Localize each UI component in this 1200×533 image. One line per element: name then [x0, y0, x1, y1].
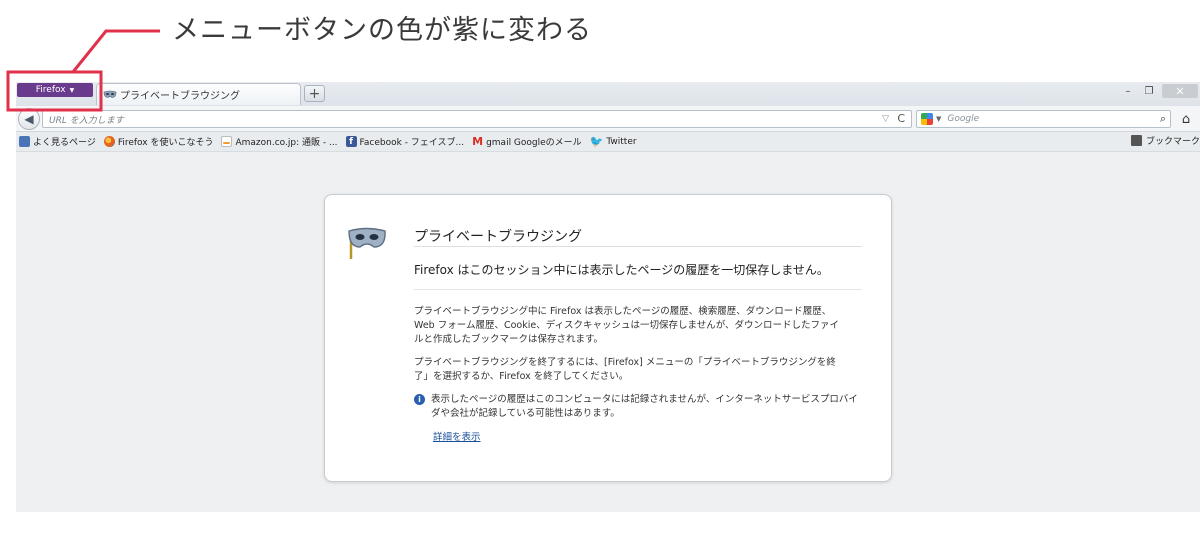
bookmark-most-visited[interactable]: よく見るページ [19, 135, 96, 148]
search-input-placeholder: Google [947, 114, 980, 124]
bookmark-gmail[interactable]: M gmail Googleのメール [472, 135, 582, 148]
firefox-menu-label: Firefox [35, 85, 66, 95]
bookmark-label: Firefox を使いこなそう [117, 138, 214, 148]
back-arrow-icon: ◀ [24, 112, 34, 126]
description-paragraph: プライベートブラウジング中に Firefox は表示したページの履歴、検索履歴、… [414, 306, 840, 345]
caret-down-icon: ▼ [69, 86, 75, 94]
gmail-icon: M [472, 135, 484, 148]
home-icon: ⌂ [1181, 111, 1191, 127]
annotation-leader-line [71, 29, 160, 73]
browser-window: Firefox ▼ プライベートブラウジング + – ❐ ✕ ◀ URL を入力… [16, 82, 1200, 512]
most-visited-icon [19, 136, 30, 147]
close-button[interactable]: ✕ [1162, 84, 1198, 98]
bookmarks-menu-icon [1130, 135, 1142, 146]
title-divider [414, 246, 862, 247]
minimize-button[interactable]: – [1121, 84, 1135, 98]
url-bar[interactable]: URL を入力します ▽ C [42, 110, 912, 128]
bookmark-facebook[interactable]: f Facebook - フェイスブ... [345, 135, 465, 148]
subtitle-divider [414, 289, 862, 290]
mask-icon [103, 90, 117, 98]
firefox-menu-button[interactable]: Firefox ▼ [17, 83, 93, 97]
bookmarks-menu-label: ブックマーク [1145, 137, 1200, 147]
mask-icon [348, 227, 386, 259]
google-icon[interactable] [921, 113, 933, 125]
back-button[interactable]: ◀ [18, 108, 40, 130]
search-icon[interactable]: ⌕ [1160, 112, 1166, 126]
reload-icon[interactable]: C [897, 112, 905, 125]
bookmark-label: Facebook - フェイスブ... [359, 138, 465, 148]
bookmark-amazon[interactable]: Amazon.co.jp: 通販 - ... [221, 135, 338, 148]
exit-instructions-paragraph: プライベートブラウジングを終了するには、[Firefox] メニューの「プライベ… [414, 357, 836, 382]
bookmark-firefox[interactable]: Firefox を使いこなそう [103, 135, 214, 148]
home-button[interactable]: ⌂ [1177, 110, 1195, 128]
private-browsing-card: プライベートブラウジング Firefox はこのセッション中には表示したページの… [324, 194, 892, 482]
title-bar: Firefox ▼ プライベートブラウジング + – ❐ ✕ [16, 82, 1200, 106]
bookmark-label: gmail Googleのメール [486, 138, 582, 148]
navigation-toolbar: ◀ URL を入力します ▽ C ▼ Google ⌕ ⌂ [16, 106, 1200, 132]
annotation-caption: メニューボタンの色が紫に変わる [172, 15, 592, 46]
info-note: i 表示したページの履歴はこのコンピュータには記録されませんが、インターネットサ… [414, 393, 864, 421]
twitter-icon: 🐦 [589, 135, 604, 148]
dropdown-icon[interactable]: ▼ [936, 115, 941, 123]
learn-more-link[interactable]: 詳細を表示 [433, 429, 481, 443]
maximize-button[interactable]: ❐ [1142, 84, 1156, 98]
url-input-placeholder: URL を入力します [49, 115, 124, 126]
facebook-icon: f [345, 136, 357, 147]
info-icon: i [414, 394, 425, 405]
bookmarks-menu-button[interactable]: ブックマーク [1130, 134, 1200, 147]
bookmark-label: Amazon.co.jp: 通販 - ... [235, 138, 338, 148]
search-bar[interactable]: ▼ Google ⌕ [916, 110, 1171, 128]
bookmark-twitter[interactable]: 🐦 Twitter [590, 136, 637, 147]
tab-private-browsing[interactable]: プライベートブラウジング [96, 83, 301, 105]
bookmark-label: よく見るページ [33, 138, 96, 148]
bookmarks-toolbar: よく見るページ Firefox を使いこなそう Amazon.co.jp: 通販… [16, 132, 1200, 152]
new-tab-button[interactable]: + [304, 85, 325, 102]
firefox-icon [103, 136, 115, 147]
bookmark-label: Twitter [606, 136, 637, 147]
tab-title: プライベートブラウジング [120, 91, 240, 102]
bookmark-star-icon[interactable]: ▽ [882, 114, 889, 124]
info-text: 表示したページの履歴はこのコンピュータには記録されませんが、インターネットサービ… [431, 394, 858, 419]
amazon-icon [221, 136, 233, 147]
page-title: プライベートブラウジング [414, 229, 582, 245]
page-subtitle: Firefox はこのセッション中には表示したページの履歴を一切保存しません。 [414, 263, 829, 277]
